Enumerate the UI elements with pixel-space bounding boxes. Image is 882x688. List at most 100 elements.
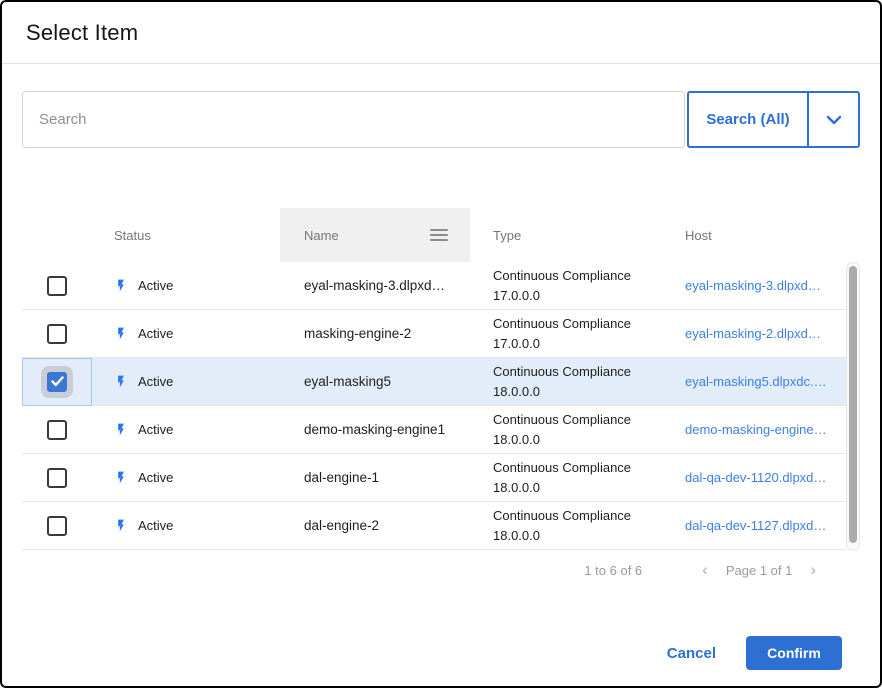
column-header-name[interactable]: Name (280, 208, 470, 262)
status-text: Active (138, 422, 173, 437)
chevron-down-icon (826, 115, 842, 125)
page-title: Select Item (26, 20, 138, 46)
engine-type: Continuous Compliance (493, 362, 677, 382)
row-name-cell: dal-engine-1 (280, 470, 470, 485)
engine-version: 17.0.0.0 (493, 286, 677, 306)
search-scope-dropdown-button[interactable] (808, 91, 860, 148)
engine-name: dal-engine-1 (304, 470, 379, 485)
row-status-cell: Active (92, 421, 280, 438)
row-status-cell: Active (92, 517, 280, 534)
search-row: Search (All) (22, 91, 860, 148)
row-checkbox-cell (22, 502, 92, 550)
row-status-cell: Active (92, 277, 280, 294)
engine-type: Continuous Compliance (493, 266, 677, 286)
table-row[interactable]: Active dal-engine-2 Continuous Complianc… (22, 502, 846, 550)
row-type-cell: Continuous Compliance 18.0.0.0 (470, 410, 677, 450)
host-link[interactable]: dal-qa-dev-1127.dlpxd… (685, 518, 826, 533)
engine-type: Continuous Compliance (493, 458, 677, 478)
engine-version: 18.0.0.0 (493, 430, 677, 450)
pagination-bar: 1 to 6 of 6 ‹ Page 1 of 1 › (22, 550, 860, 590)
row-type-cell: Continuous Compliance 18.0.0.0 (470, 506, 677, 546)
status-text: Active (138, 278, 173, 293)
host-link[interactable]: eyal-masking-2.dlpxd… (685, 326, 821, 341)
row-name-cell: eyal-masking5 (280, 374, 470, 389)
engine-version: 18.0.0.0 (493, 526, 677, 546)
row-status-cell: Active (92, 373, 280, 390)
engine-type: Continuous Compliance (493, 506, 677, 526)
row-checkbox[interactable] (47, 324, 67, 344)
row-checkbox[interactable] (47, 468, 67, 488)
lightning-bolt-icon (114, 325, 128, 342)
checkmark-icon (51, 376, 64, 387)
host-link[interactable]: dal-qa-dev-1120.dlpxd… (685, 470, 826, 485)
row-checkbox[interactable] (47, 516, 67, 536)
column-header-host: Host (677, 228, 846, 243)
engine-type: Continuous Compliance (493, 314, 677, 334)
table-body: Active eyal-masking-3.dlpxd… Continuous … (22, 262, 846, 550)
dialog-body: Search (All) Status Name Type Host (2, 64, 880, 686)
status-text: Active (138, 518, 173, 533)
row-host-cell: dal-qa-dev-1120.dlpxd… (677, 470, 846, 485)
table-row[interactable]: Active dal-engine-1 Continuous Complianc… (22, 454, 846, 502)
row-checkbox-cell (22, 310, 92, 358)
column-header-type: Type (470, 228, 677, 243)
row-checkbox[interactable] (47, 372, 67, 392)
select-item-dialog: Select Item Search (All) Status Name (0, 0, 882, 688)
hamburger-menu-icon[interactable] (430, 229, 448, 241)
engine-version: 18.0.0.0 (493, 382, 677, 402)
row-type-cell: Continuous Compliance 17.0.0.0 (470, 266, 677, 306)
next-page-button[interactable]: › (800, 560, 826, 580)
table-row[interactable]: Active eyal-masking-3.dlpxd… Continuous … (22, 262, 846, 310)
status-text: Active (138, 374, 173, 389)
table-row[interactable]: Active demo-masking-engine1 Continuous C… (22, 406, 846, 454)
engine-name: demo-masking-engine1 (304, 422, 445, 437)
row-checkbox-cell (22, 358, 92, 406)
engine-name: eyal-masking-3.dlpxd… (304, 278, 445, 293)
host-link[interactable]: eyal-masking5.dlpxdc.… (685, 374, 827, 389)
row-checkbox[interactable] (47, 276, 67, 296)
lightning-bolt-icon (114, 277, 128, 294)
dialog-footer: Cancel Confirm (22, 636, 860, 686)
search-button-group: Search (All) (687, 91, 860, 148)
row-name-cell: masking-engine-2 (280, 326, 470, 341)
dialog-title-bar: Select Item (2, 2, 880, 64)
search-all-button[interactable]: Search (All) (687, 91, 809, 148)
lightning-bolt-icon (114, 469, 128, 486)
row-checkbox-cell (22, 406, 92, 454)
host-link[interactable]: demo-masking-engine… (685, 422, 827, 437)
row-checkbox-cell (22, 454, 92, 502)
page-indicator-text: Page 1 of 1 (726, 563, 793, 578)
status-text: Active (138, 470, 173, 485)
row-host-cell: eyal-masking-2.dlpxd… (677, 326, 846, 341)
host-link[interactable]: eyal-masking-3.dlpxd… (685, 278, 821, 293)
row-range-text: 1 to 6 of 6 (584, 563, 642, 578)
lightning-bolt-icon (114, 517, 128, 534)
confirm-button[interactable]: Confirm (746, 636, 842, 670)
previous-page-button[interactable]: ‹ (692, 560, 718, 580)
table-row[interactable]: Active eyal-masking5 Continuous Complian… (22, 358, 846, 406)
row-status-cell: Active (92, 469, 280, 486)
search-input[interactable] (22, 91, 685, 148)
column-header-status: Status (92, 228, 280, 243)
table-row[interactable]: Active masking-engine-2 Continuous Compl… (22, 310, 846, 358)
lightning-bolt-icon (114, 373, 128, 390)
engine-name: eyal-masking5 (304, 374, 391, 389)
engine-type: Continuous Compliance (493, 410, 677, 430)
row-type-cell: Continuous Compliance 17.0.0.0 (470, 314, 677, 354)
engine-version: 18.0.0.0 (493, 478, 677, 498)
vertical-scrollbar[interactable] (846, 262, 860, 551)
row-host-cell: dal-qa-dev-1127.dlpxd… (677, 518, 846, 533)
scrollbar-thumb[interactable] (849, 266, 857, 543)
items-table: Status Name Type Host Active (22, 208, 860, 550)
row-host-cell: eyal-masking5.dlpxdc.… (677, 374, 846, 389)
row-host-cell: eyal-masking-3.dlpxd… (677, 278, 846, 293)
cancel-button[interactable]: Cancel (657, 639, 726, 668)
table-header: Status Name Type Host (22, 208, 846, 262)
engine-name: masking-engine-2 (304, 326, 411, 341)
row-type-cell: Continuous Compliance 18.0.0.0 (470, 458, 677, 498)
row-status-cell: Active (92, 325, 280, 342)
row-checkbox[interactable] (47, 420, 67, 440)
row-checkbox-cell (22, 262, 92, 310)
lightning-bolt-icon (114, 421, 128, 438)
row-host-cell: demo-masking-engine… (677, 422, 846, 437)
